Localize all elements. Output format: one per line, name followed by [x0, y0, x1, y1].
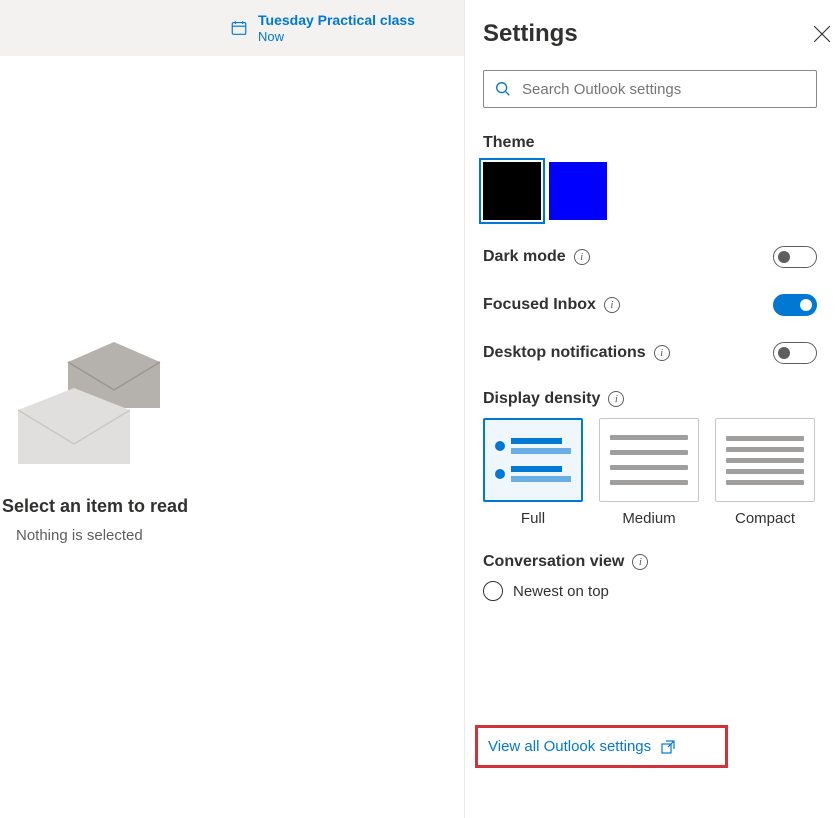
- notification-time: Now: [258, 29, 415, 45]
- info-icon[interactable]: i: [632, 554, 648, 570]
- conversation-view-label: Conversation view: [483, 553, 624, 571]
- desktop-notifications-label: Desktop notifications: [483, 344, 646, 362]
- view-all-settings-link[interactable]: View all Outlook settings: [488, 738, 675, 755]
- density-option-compact[interactable]: Compact: [715, 418, 815, 527]
- settings-title: Settings: [483, 20, 578, 48]
- radio-label: Newest on top: [513, 583, 609, 600]
- density-preview: [715, 418, 815, 502]
- theme-options: [483, 162, 837, 220]
- info-icon[interactable]: i: [654, 345, 670, 361]
- close-icon[interactable]: [813, 25, 831, 43]
- theme-swatch-1[interactable]: [549, 162, 607, 220]
- display-density-label: Display density: [483, 390, 600, 408]
- density-label: Compact: [735, 510, 795, 527]
- notification-title: Tuesday Practical class: [258, 12, 415, 29]
- info-icon[interactable]: i: [608, 391, 624, 407]
- settings-panel: Settings Theme Dark mode i Focused Inbox…: [465, 0, 837, 818]
- dark-mode-toggle[interactable]: [773, 246, 817, 268]
- desktop-notifications-toggle[interactable]: [773, 342, 817, 364]
- info-icon[interactable]: i: [604, 297, 620, 313]
- search-icon: [494, 80, 512, 98]
- popout-icon: [661, 740, 675, 754]
- conversation-newest-on-top[interactable]: Newest on top: [483, 581, 837, 601]
- radio-icon: [483, 581, 503, 601]
- calendar-notification[interactable]: Tuesday Practical class Now: [0, 0, 464, 56]
- empty-state-illustration: [14, 336, 184, 476]
- settings-search[interactable]: [483, 70, 817, 108]
- dark-mode-label: Dark mode: [483, 248, 566, 266]
- focused-inbox-label: Focused Inbox: [483, 296, 596, 314]
- view-all-settings-highlight: View all Outlook settings: [475, 725, 728, 768]
- calendar-icon: [230, 19, 248, 37]
- theme-label: Theme: [483, 134, 837, 152]
- density-preview: [599, 418, 699, 502]
- info-icon[interactable]: i: [574, 249, 590, 265]
- density-label: Full: [521, 510, 545, 527]
- reading-pane-subtitle: Nothing is selected: [16, 527, 143, 544]
- settings-search-input[interactable]: [522, 81, 806, 98]
- focused-inbox-toggle[interactable]: [773, 294, 817, 316]
- view-all-settings-text: View all Outlook settings: [488, 738, 651, 755]
- density-option-medium[interactable]: Medium: [599, 418, 699, 527]
- theme-swatch-0[interactable]: [483, 162, 541, 220]
- density-label: Medium: [622, 510, 675, 527]
- density-option-full[interactable]: Full: [483, 418, 583, 527]
- reading-pane-title: Select an item to read: [2, 496, 188, 517]
- density-preview: [483, 418, 583, 502]
